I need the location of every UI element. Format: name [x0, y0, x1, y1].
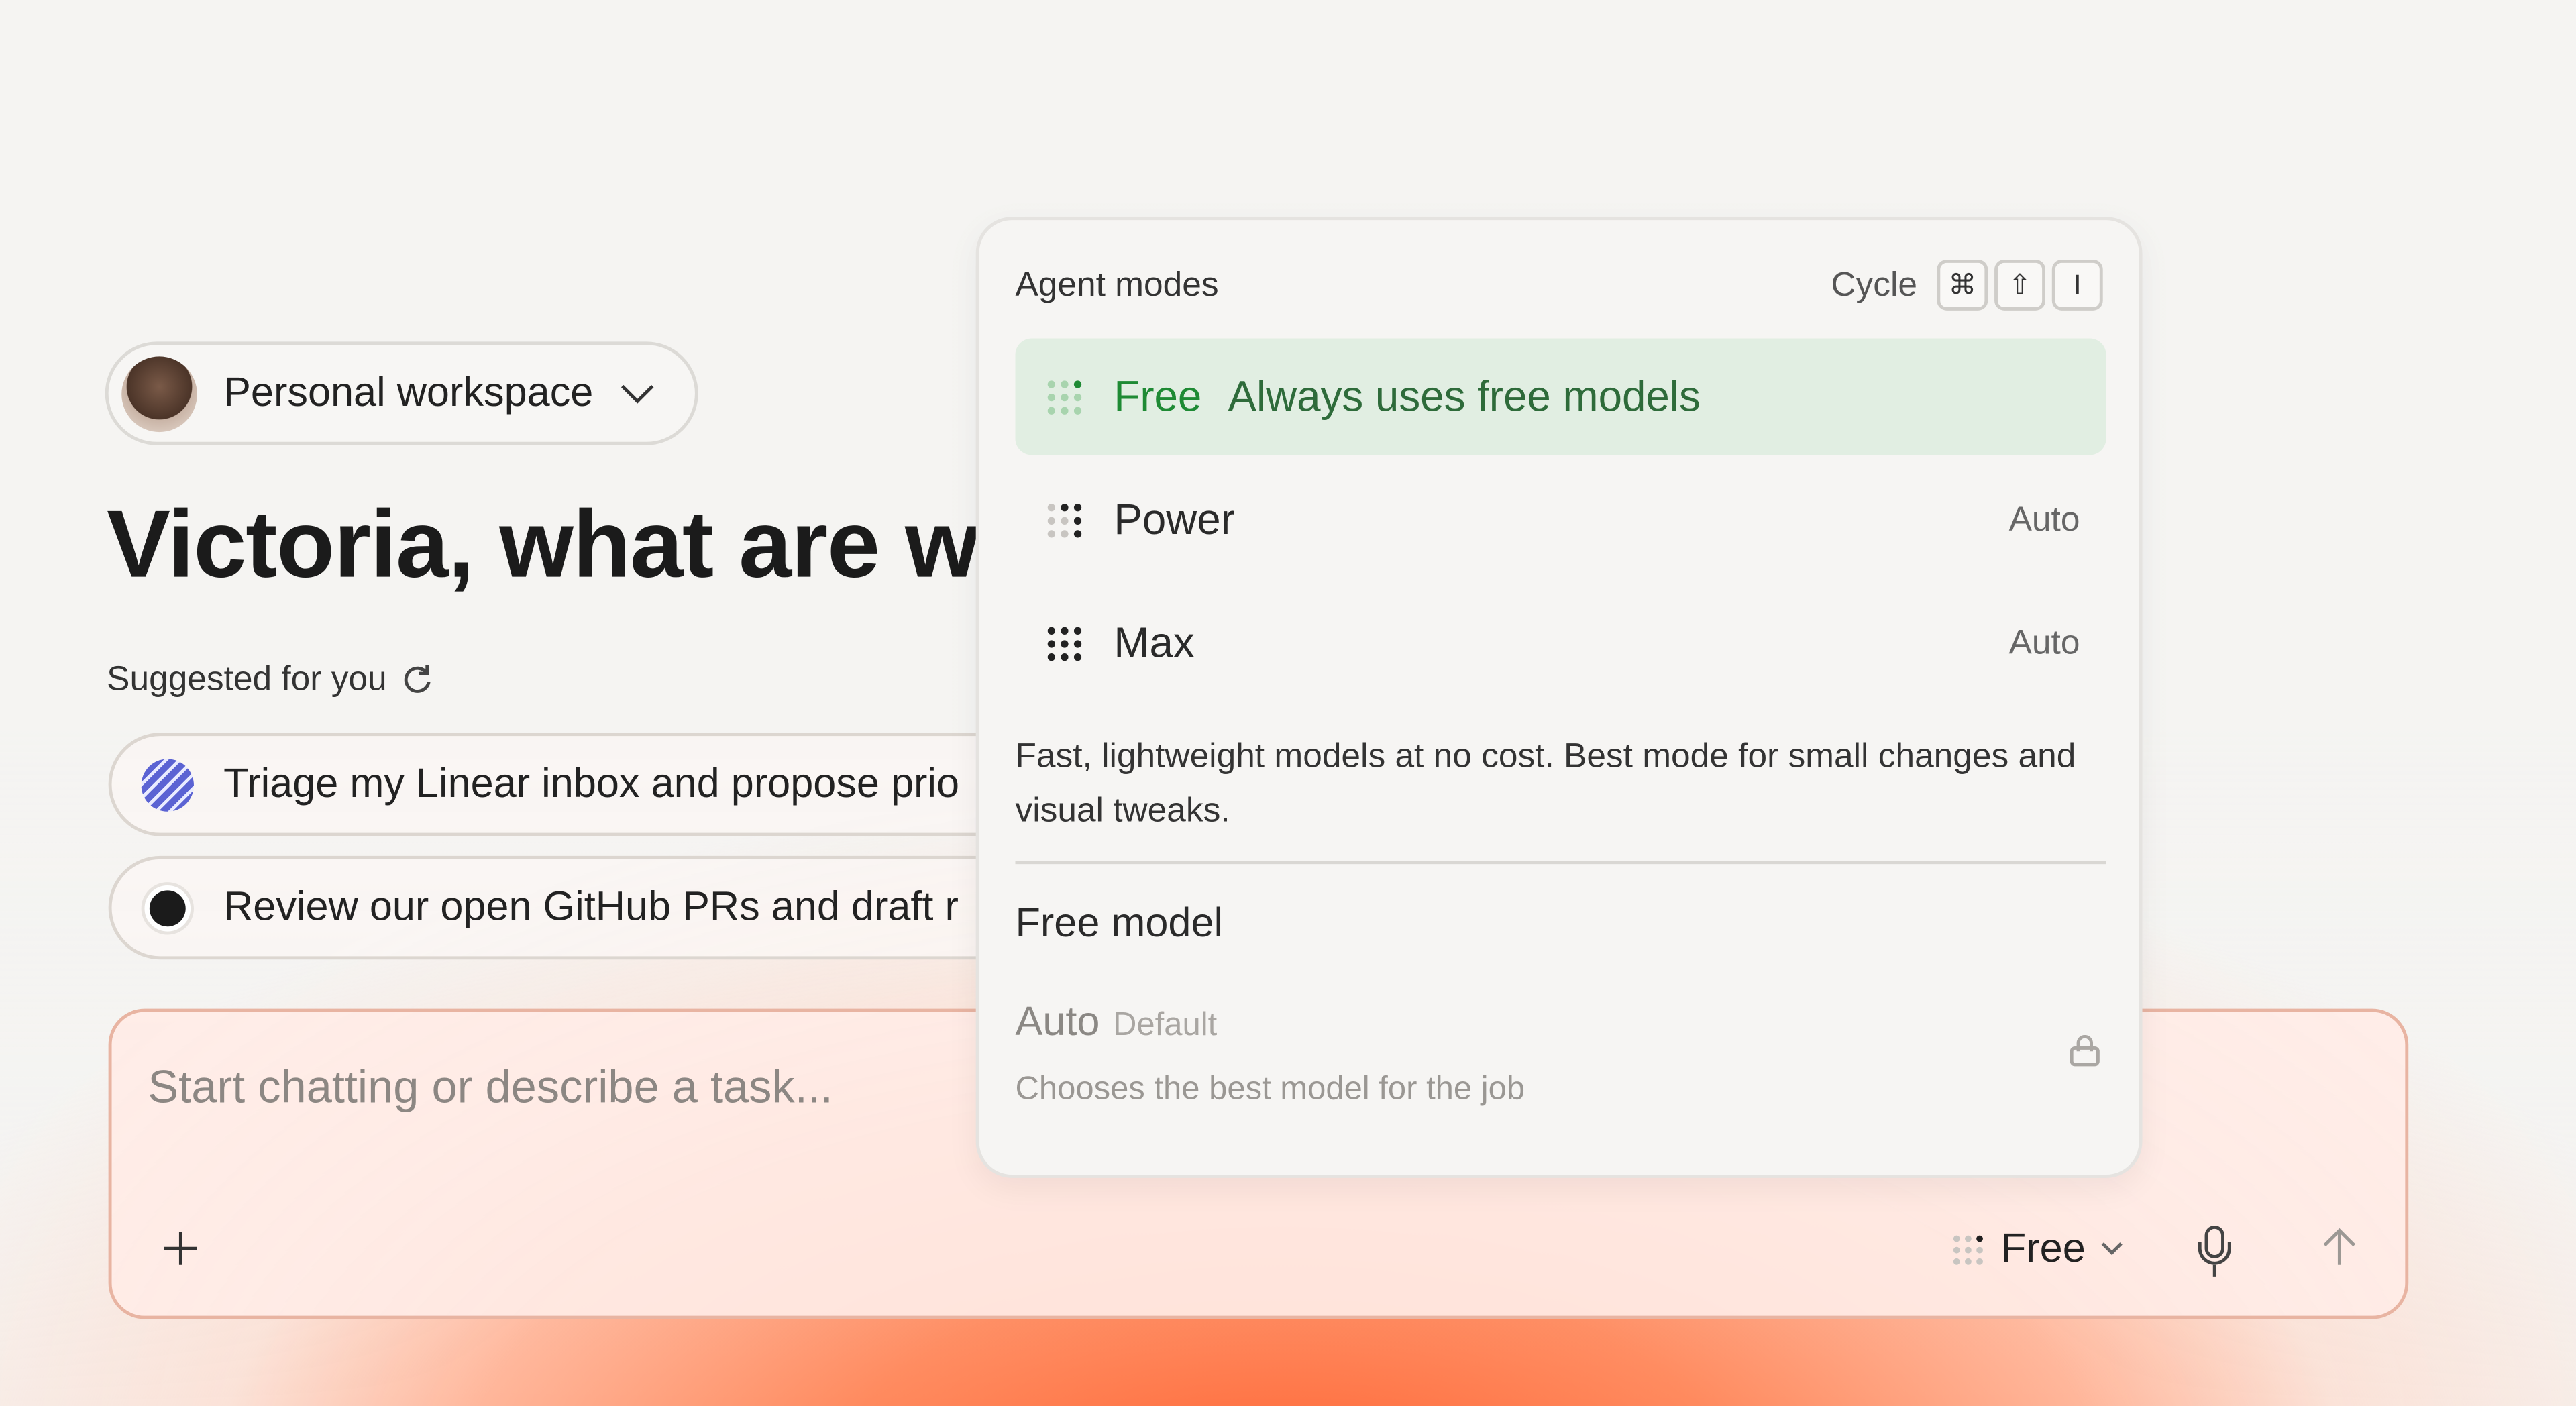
chevron-down-icon — [2102, 1234, 2123, 1256]
suggestion-text: Review our open GitHub PRs and draft r — [223, 883, 959, 930]
workspace-label: Personal workspace — [223, 370, 594, 416]
avatar — [121, 356, 197, 431]
github-icon — [141, 881, 194, 934]
max-mode-icon — [1047, 626, 1082, 661]
linear-icon — [141, 758, 194, 811]
refresh-icon[interactable] — [400, 662, 436, 698]
mode-badge: Auto — [2008, 623, 2080, 661]
mode-name: Max — [1114, 617, 1195, 667]
suggestion-text: Triage my Linear inbox and propose prio — [223, 760, 960, 807]
send-button[interactable] — [2318, 1226, 2361, 1268]
cycle-label: Cycle — [1831, 265, 1917, 303]
model-option-auto: Auto Default — [1015, 999, 1217, 1046]
free-mode-icon — [1953, 1234, 1983, 1264]
model-option-name: Auto — [1015, 998, 1100, 1045]
mode-name: Power — [1114, 494, 1235, 544]
page-title: Victoria, what are we — [107, 491, 1031, 598]
free-mode-icon — [1047, 380, 1082, 414]
shift-key: ⇧ — [1994, 259, 2046, 311]
divider — [1015, 861, 2106, 865]
model-option-tag: Default — [1113, 1007, 1218, 1044]
suggestion-item[interactable]: Triage my Linear inbox and propose prio — [108, 733, 1128, 836]
mode-option-free[interactable]: Free Always uses free models — [1015, 338, 2106, 455]
mode-explanation: Fast, lightweight models at no cost. Bes… — [1015, 737, 2076, 830]
command-key: ⌘ — [1937, 259, 1988, 311]
mode-name: Free — [1114, 371, 1202, 421]
workspace-switcher[interactable]: Personal workspace — [105, 341, 698, 445]
suggestions-title: Suggested for you — [107, 660, 387, 698]
agent-modes-popover: Agent modes Cycle ⌘ ⇧ I Free Always uses… — [975, 217, 2143, 1178]
arrow-up-icon — [2323, 1228, 2356, 1265]
cycle-shortcut: Cycle ⌘ ⇧ I — [1831, 259, 2103, 311]
power-mode-icon — [1047, 502, 1082, 537]
chat-input[interactable]: Start chatting or describe a task... — [148, 1061, 833, 1114]
agent-mode-button[interactable]: Free — [1951, 1225, 2123, 1273]
model-section-title: Free model — [1015, 900, 1224, 947]
mode-badge: Auto — [2008, 500, 2080, 539]
mode-option-max[interactable]: Max Auto — [1015, 585, 2106, 702]
mode-description: Always uses free models — [1228, 371, 1701, 421]
i-key: I — [2051, 259, 2103, 311]
agent-modes-title: Agent modes — [1015, 266, 1219, 305]
suggestion-item[interactable]: Review our open GitHub PRs and draft r — [108, 855, 1128, 960]
chevron-down-icon — [621, 370, 654, 403]
mode-option-power[interactable]: Power Auto — [1015, 462, 2106, 578]
plus-icon — [164, 1232, 197, 1265]
suggestions-header: Suggested for you — [107, 660, 436, 700]
model-option-description: Chooses the best model for the job — [1015, 1071, 1525, 1107]
lock-icon — [2070, 1034, 2100, 1067]
agent-mode-label: Free — [2000, 1225, 2086, 1272]
add-attachment-button[interactable] — [161, 1229, 201, 1268]
microphone-button[interactable] — [2198, 1225, 2231, 1281]
